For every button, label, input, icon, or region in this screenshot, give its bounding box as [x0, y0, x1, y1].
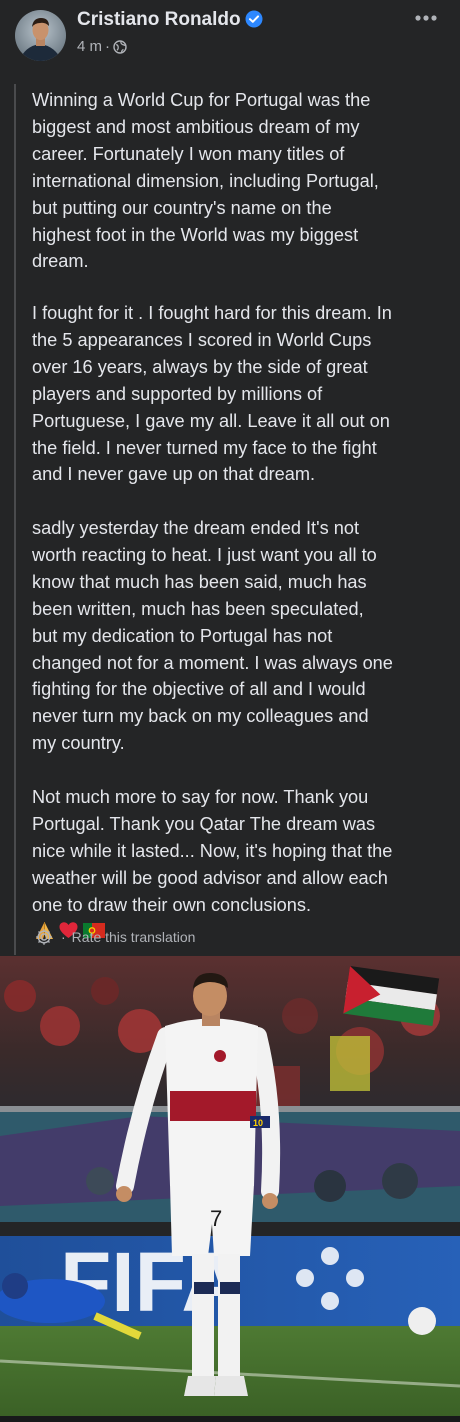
photo-bottom-divider: [0, 1416, 460, 1422]
more-options-button[interactable]: [409, 6, 443, 30]
gear-icon[interactable]: [34, 927, 54, 947]
meta-separator: ·: [105, 38, 111, 55]
post-paragraph-2: I fought for it . I fought hard for this…: [32, 303, 392, 485]
translation-rating-row: · Rate this translation: [34, 927, 195, 947]
post-meta: 4 m ·: [77, 38, 127, 55]
rate-separator: ·: [61, 929, 66, 945]
post-paragraph-3: sadly yesterday the dream ended It's not…: [32, 518, 393, 754]
author-name[interactable]: Cristiano Ronaldo: [77, 9, 241, 30]
author-name-row: Cristiano Ronaldo: [77, 9, 263, 31]
rate-translation-link[interactable]: Rate this translation: [72, 929, 196, 945]
post-text-block: Winning a World Cup for Portugal was the…: [14, 84, 436, 955]
globe-icon[interactable]: [113, 39, 127, 54]
verified-badge-icon: [245, 10, 263, 28]
post-photo-image: FIFA 10 7: [0, 956, 460, 1416]
post-photo[interactable]: FIFA 10 7: [0, 956, 460, 1416]
captain-band-text: 10: [253, 1118, 263, 1128]
post-timestamp[interactable]: 4 m: [77, 38, 102, 55]
author-avatar[interactable]: [15, 10, 66, 61]
post-paragraph-4-text: Not much more to say for now. Thank you …: [32, 787, 393, 915]
post-header: Cristiano Ronaldo 4 m ·: [0, 0, 460, 74]
shirt-number-text: 7: [210, 1206, 222, 1231]
post-paragraph-1: Winning a World Cup for Portugal was the…: [32, 90, 379, 272]
more-options-icon: [415, 15, 437, 21]
post-paragraph-4: Not much more to say for now. Thank you …: [32, 784, 442, 945]
avatar-image: [15, 10, 66, 61]
